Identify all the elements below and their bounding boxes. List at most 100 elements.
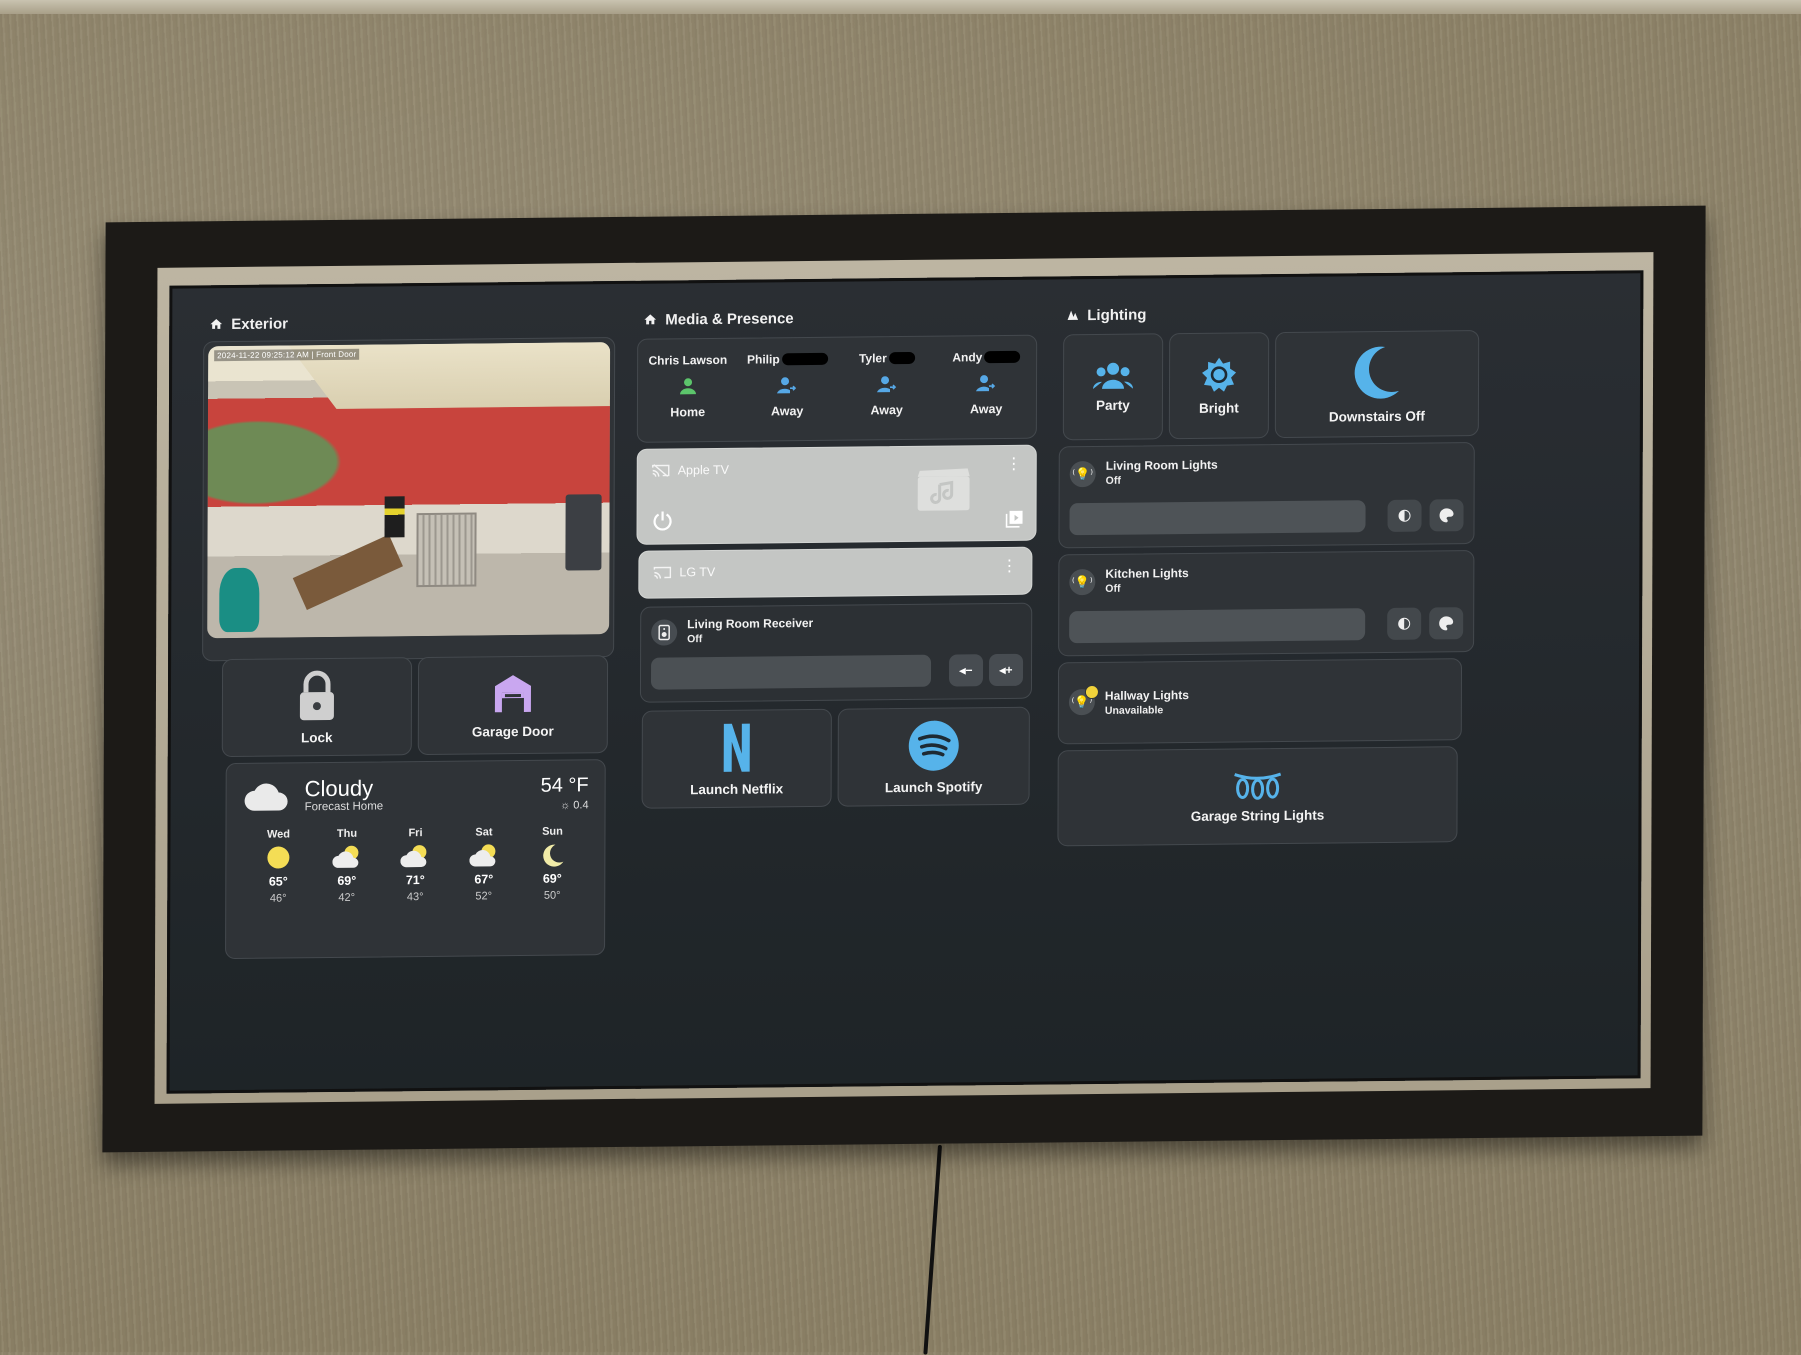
light-state: Off <box>1105 583 1120 595</box>
palette-icon <box>1439 507 1455 523</box>
lg-tv-player[interactable]: LG TV ⋮ <box>638 547 1032 599</box>
scene-label: Downstairs Off <box>1329 408 1425 424</box>
camera-scene-planter <box>293 535 403 610</box>
lightbulb-group-icon <box>1065 308 1079 322</box>
color-temp-button[interactable] <box>1387 608 1421 640</box>
more-options-icon[interactable]: ⋮ <box>1006 460 1022 470</box>
garage-door-label: Garage Door <box>472 723 554 739</box>
receiver-name: Living Room Receiver <box>687 616 813 631</box>
sun-moon-icon <box>1397 508 1413 524</box>
lightbulb-icon[interactable]: ⁽💡⁾ <box>1070 461 1096 487</box>
garage-string-lights-button[interactable]: Garage String Lights <box>1057 746 1457 846</box>
person-andy[interactable]: Andy Away <box>941 350 1031 439</box>
media-presence-section: Media & Presence Chris Lawson Home Phili… <box>637 305 1037 331</box>
exterior-section: Exterior 2024-11-22 09:25:12 AM | Front … <box>203 309 615 335</box>
section-title: Lighting <box>1087 306 1146 324</box>
cast-off-icon <box>652 463 670 477</box>
section-title: Media & Presence <box>665 310 793 328</box>
party-scene-button[interactable]: Party <box>1063 333 1163 440</box>
apple-tv-player[interactable]: Apple TV ⋮ <box>636 445 1036 545</box>
person-tyler[interactable]: Tyler Away <box>842 351 932 440</box>
more-options-icon[interactable]: ⋮ <box>1001 562 1017 572</box>
camera-scene-gate <box>416 513 477 588</box>
hallway-lights-card[interactable]: ⁽💡⁾ Hallway Lights Unavailable <box>1058 658 1462 744</box>
volume-minus-icon: ◂− <box>959 663 972 677</box>
cast-off-icon <box>653 565 671 579</box>
partly-cloudy-icon <box>469 842 499 868</box>
forecast-days: Wed 65° 46° Thu 69° 42° Fri 71° <box>242 825 588 905</box>
forecast-high: 69° <box>337 874 356 888</box>
person-philip[interactable]: Philip Away <box>742 352 832 441</box>
brightness-icon <box>1201 356 1237 392</box>
forecast-day-name: Sun <box>542 826 563 838</box>
person-name: Tyler <box>859 351 887 365</box>
camera-timestamp: 2024-11-22 09:25:12 AM <box>217 350 309 360</box>
volume-down-button[interactable]: ◂− <box>949 654 983 686</box>
forecast-day: Fri 71° 43° <box>389 827 441 904</box>
receiver-state: Off <box>687 633 702 645</box>
forecast-day: Thu 69° 42° <box>321 828 373 905</box>
color-picker-button[interactable] <box>1429 607 1463 639</box>
media-art-icon <box>918 468 970 511</box>
person-state: Away <box>870 403 902 417</box>
garage-icon <box>491 671 535 715</box>
redacted-surname <box>782 353 828 365</box>
volume-slider[interactable] <box>651 655 931 690</box>
garage-door-button[interactable]: Garage Door <box>418 655 608 755</box>
light-name: Hallway Lights <box>1105 688 1189 703</box>
color-picker-button[interactable] <box>1429 499 1463 531</box>
camera-feed[interactable]: 2024-11-22 09:25:12 AM | Front Door <box>207 342 610 638</box>
brightness-slider[interactable] <box>1069 608 1365 643</box>
speaker-icon[interactable] <box>651 619 677 645</box>
source-select-icon[interactable] <box>1006 510 1024 528</box>
account-home-icon <box>679 377 697 395</box>
weather-forecast-card[interactable]: Cloudy Forecast Home 54 °F ☼ 0.4 <box>225 759 606 959</box>
weather-location: Forecast Home <box>305 800 384 813</box>
forecast-day-name: Thu <box>337 828 357 840</box>
lightbulb-icon[interactable]: ⁽💡⁾ <box>1069 569 1095 595</box>
forecast-low: 50° <box>544 890 561 902</box>
person-chris[interactable]: Chris Lawson Home <box>643 353 733 442</box>
volume-up-button[interactable]: ◂+ <box>989 654 1023 686</box>
brightness-slider[interactable] <box>1069 500 1365 535</box>
camera-name: Front Door <box>316 350 356 359</box>
person-state: Home <box>670 405 705 419</box>
forecast-day: Sat 67° 52° <box>458 826 510 903</box>
dashboard-screen: Exterior 2024-11-22 09:25:12 AM | Front … <box>167 270 1644 1093</box>
forecast-high: 67° <box>474 872 493 886</box>
account-away-icon <box>877 375 897 393</box>
lock-button[interactable]: Lock <box>222 657 412 757</box>
sun-moon-icon <box>1396 616 1412 632</box>
partly-cloudy-icon <box>400 843 430 869</box>
account-away-icon <box>777 376 797 394</box>
camera-scene-grill <box>565 494 601 570</box>
launch-netflix-button[interactable]: Launch Netflix <box>642 709 832 809</box>
kitchen-lights-card[interactable]: ⁽💡⁾ Kitchen Lights Off <box>1058 550 1474 656</box>
forecast-day: Wed 65° 46° <box>252 828 304 905</box>
forecast-low: 52° <box>475 890 492 902</box>
light-name: Living Room Lights <box>1106 458 1218 473</box>
light-name: Kitchen Lights <box>1105 566 1188 581</box>
spotify-icon <box>908 719 960 772</box>
presence-card: Chris Lawson Home Philip Away Tyler Away… <box>637 335 1037 443</box>
camera-overlay: 2024-11-22 09:25:12 AM | Front Door <box>214 349 359 362</box>
media-header: Media & Presence <box>643 305 1037 331</box>
forecast-high: 69° <box>543 872 562 886</box>
sunny-icon <box>265 844 291 870</box>
front-door-camera[interactable]: 2024-11-22 09:25:12 AM | Front Door <box>202 337 615 661</box>
precipitation-value: 0.4 <box>573 799 588 811</box>
downstairs-off-scene-button[interactable]: Downstairs Off <box>1275 330 1479 438</box>
person-name: Chris Lawson <box>649 353 728 368</box>
cloudy-icon <box>243 778 291 813</box>
power-cable <box>923 1145 942 1355</box>
bright-scene-button[interactable]: Bright <box>1169 332 1269 439</box>
lock-label: Lock <box>301 729 333 744</box>
color-temp-button[interactable] <box>1387 500 1421 532</box>
living-room-lights-card[interactable]: ⁽💡⁾ Living Room Lights Off <box>1058 442 1474 548</box>
lighting-header: Lighting <box>1065 300 1477 326</box>
current-temperature: 54 °F <box>541 774 589 798</box>
launch-spotify-button[interactable]: Launch Spotify <box>838 707 1030 807</box>
receiver-card[interactable]: Living Room Receiver Off ◂− ◂+ <box>640 603 1032 703</box>
power-icon[interactable] <box>652 509 674 531</box>
person-state: Away <box>771 404 803 418</box>
